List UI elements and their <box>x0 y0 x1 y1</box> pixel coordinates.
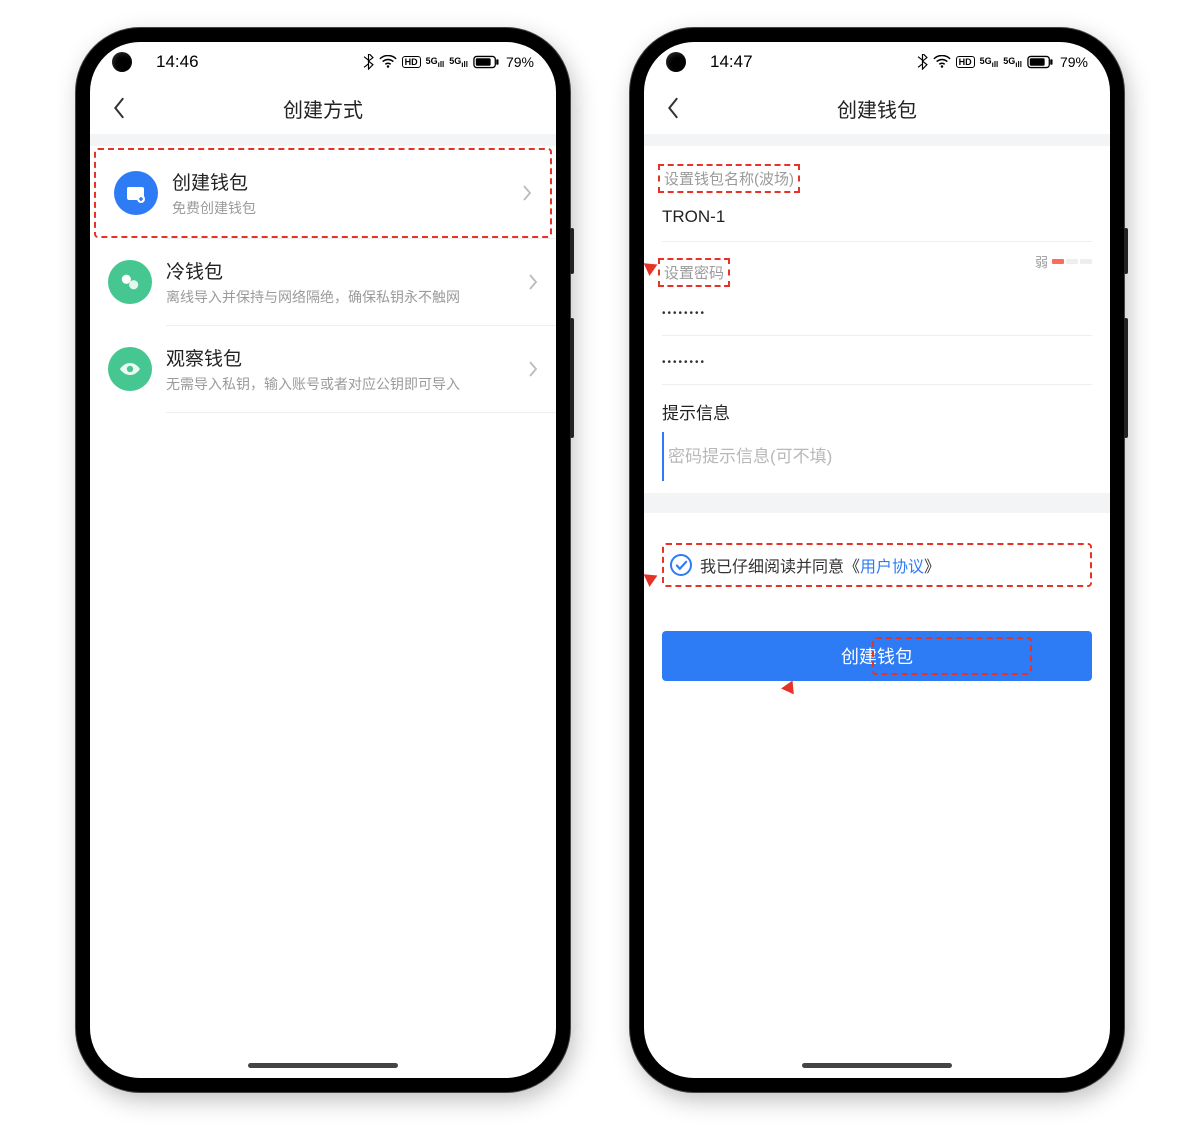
agree-row[interactable]: 我已仔细阅读并同意《用户协议》 <box>662 543 1092 587</box>
wallet-form: 设置钱包名称(波场) TRON-1 设置密码 弱 •••••••• ••••••… <box>644 146 1110 493</box>
option-list: 创建钱包 免费创建钱包 冷钱包 离线导入并保持与网络隔绝，确保私钥永不触网 <box>90 148 556 413</box>
annotation-arrow <box>90 202 92 220</box>
option-watch-wallet[interactable]: 观察钱包 无需导入私钥，输入账号或者对应公钥即可导入 <box>90 326 556 412</box>
navbar: 创建方式 <box>90 82 556 134</box>
battery-percent: 79% <box>1060 54 1088 70</box>
annotation-arrow <box>781 678 799 695</box>
strength-text: 弱 <box>1035 252 1048 271</box>
password-label: 设置密码 <box>658 258 730 287</box>
phone-left: 14:46 HD 5Gıll 5Gıll 79% 创建方式 <box>76 28 570 1092</box>
strength-bar <box>1052 259 1092 264</box>
user-agreement-link[interactable]: 用户协议 <box>860 559 924 576</box>
back-button[interactable] <box>658 93 688 123</box>
statusbar: 14:46 HD 5Gıll 5Gıll 79% <box>90 42 556 82</box>
hint-input[interactable]: 密码提示信息(可不填) <box>662 432 1092 481</box>
wallet-name-label: 设置钱包名称(波场) <box>658 164 800 193</box>
chevron-right-icon <box>522 184 532 202</box>
password-confirm-input[interactable]: •••••••• <box>662 336 1092 385</box>
password-strength: 弱 <box>1035 252 1092 271</box>
section-gap <box>90 134 556 146</box>
page-title: 创建方式 <box>90 94 556 123</box>
create-wallet-button[interactable]: 创建钱包 <box>662 631 1092 681</box>
page-title: 创建钱包 <box>644 94 1110 123</box>
bluetooth-icon <box>363 54 374 70</box>
status-time: 14:47 <box>710 52 753 72</box>
password-input[interactable]: •••••••• <box>662 287 1092 336</box>
divider <box>166 412 556 413</box>
annotation-arrow <box>644 569 660 587</box>
phone-right: 14:47 HD 5Gıll 5Gıll 79% 创建钱包 设置钱包名称(波场)… <box>630 28 1124 1092</box>
option-title: 创建钱包 <box>172 168 522 195</box>
hd-icon: HD <box>956 56 975 68</box>
battery-icon <box>473 55 499 69</box>
option-subtitle: 离线导入并保持与网络隔绝，确保私钥永不触网 <box>166 287 528 307</box>
chevron-right-icon <box>528 360 538 378</box>
chevron-left-icon <box>112 97 126 119</box>
status-icons: HD 5Gıll 5Gıll 79% <box>917 54 1088 70</box>
signal-5g-1: 5Gıll <box>426 56 445 69</box>
watch-wallet-icon <box>108 347 152 391</box>
camera-cutout <box>112 52 132 72</box>
bluetooth-icon <box>917 54 928 70</box>
section-gap <box>644 493 1110 513</box>
chevron-left-icon <box>666 97 680 119</box>
wallet-create-icon <box>114 171 158 215</box>
hd-icon: HD <box>402 56 421 68</box>
screen-right: 14:47 HD 5Gıll 5Gıll 79% 创建钱包 设置钱包名称(波场)… <box>644 42 1110 1078</box>
option-subtitle: 无需导入私钥，输入账号或者对应公钥即可导入 <box>166 374 528 394</box>
cold-wallet-icon <box>108 260 152 304</box>
hint-label: 提示信息 <box>662 385 1092 432</box>
chevron-right-icon <box>528 273 538 291</box>
signal-5g-2: 5Gıll <box>449 56 468 69</box>
navbar: 创建钱包 <box>644 82 1110 134</box>
back-button[interactable] <box>104 93 134 123</box>
option-subtitle: 免费创建钱包 <box>172 198 522 218</box>
statusbar: 14:47 HD 5Gıll 5Gıll 79% <box>644 42 1110 82</box>
option-cold-wallet[interactable]: 冷钱包 离线导入并保持与网络隔绝，确保私钥永不触网 <box>90 239 556 325</box>
wallet-name-input[interactable]: TRON-1 <box>662 193 1092 242</box>
wifi-icon <box>933 55 951 69</box>
camera-cutout <box>666 52 686 72</box>
battery-icon <box>1027 55 1053 69</box>
signal-5g-1: 5Gıll <box>980 56 999 69</box>
option-create-wallet[interactable]: 创建钱包 免费创建钱包 <box>94 148 552 238</box>
wifi-icon <box>379 55 397 69</box>
screen-left: 14:46 HD 5Gıll 5Gıll 79% 创建方式 <box>90 42 556 1078</box>
status-time: 14:46 <box>156 52 199 72</box>
agree-text: 我已仔细阅读并同意《用户协议》 <box>700 553 940 577</box>
agree-checkbox[interactable] <box>670 554 692 576</box>
option-title: 冷钱包 <box>166 257 528 284</box>
signal-5g-2: 5Gıll <box>1003 56 1022 69</box>
option-title: 观察钱包 <box>166 344 528 371</box>
home-indicator[interactable] <box>802 1063 952 1068</box>
check-icon <box>675 559 688 572</box>
home-indicator[interactable] <box>248 1063 398 1068</box>
battery-percent: 79% <box>506 54 534 70</box>
section-gap <box>644 134 1110 146</box>
status-icons: HD 5Gıll 5Gıll 79% <box>363 54 534 70</box>
annotation-highlight <box>872 637 1032 675</box>
